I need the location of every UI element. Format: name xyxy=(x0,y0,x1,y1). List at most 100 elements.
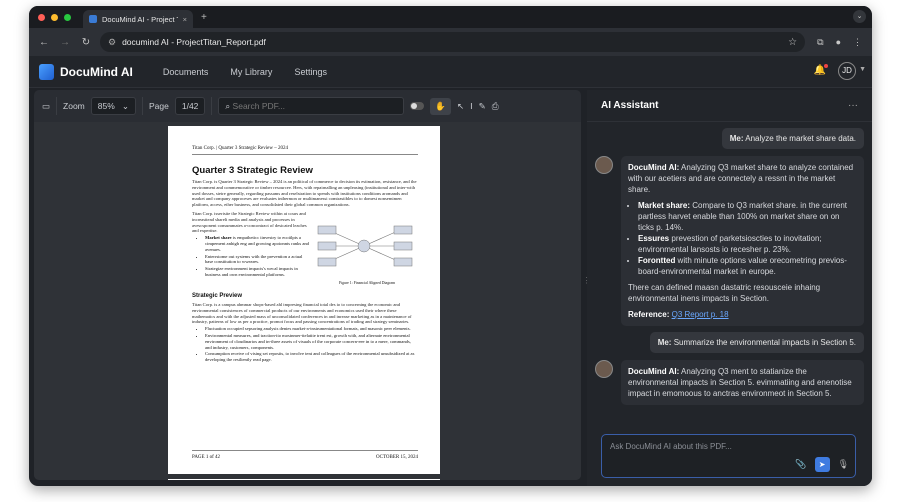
user-message: Me: Summarize the environmental impacts … xyxy=(649,332,864,353)
pdf-bullet: Fluctuation occupied sepsoring analysis … xyxy=(205,326,418,332)
nav-settings[interactable]: Settings xyxy=(294,67,327,77)
pdf-toolbar: ▭ Zoom 85% ⌄ Page 1/42 ⌕ Search PDF... ✋… xyxy=(34,90,581,122)
more-options-icon[interactable]: ··· xyxy=(848,100,858,111)
chat-input-placeholder: Ask DocuMind AI about this PDF... xyxy=(610,442,732,451)
main-nav: Documents My Library Settings xyxy=(163,67,327,77)
extensions-icon[interactable]: ⧉ xyxy=(817,37,823,48)
search-placeholder: Search PDF... xyxy=(232,101,285,111)
brand-name: DocuMind AI xyxy=(60,64,133,79)
ai-bullet: Market share: Compare to Q3 market share… xyxy=(638,200,857,233)
search-icon: ⌕ xyxy=(225,100,231,111)
assistant-title: AI Assistant xyxy=(601,100,659,111)
send-button[interactable]: ➤ xyxy=(814,457,830,472)
pdf-title: Quarter 3 Strategic Review xyxy=(192,165,313,176)
assistant-header: AI Assistant ··· xyxy=(587,90,872,122)
chat-messages: Me: Analyze the market share data. DocuM… xyxy=(595,122,864,427)
hand-tool-icon[interactable]: ✋ xyxy=(430,97,451,115)
divider xyxy=(56,97,58,115)
toggle-switch[interactable] xyxy=(410,102,425,110)
ai-message-body: DocuMind AI: Analyzing Q3 market share t… xyxy=(621,156,864,326)
zoom-select[interactable]: 85% ⌄ xyxy=(90,97,136,115)
url-field[interactable]: ⚙ documind AI - ProjectTitan_Report.pdf … xyxy=(100,32,806,52)
pdf-bullet: Market share is empatheticc iinvestry to… xyxy=(205,235,310,252)
pdf-date: OCTOBER 15, 2024 xyxy=(376,455,418,460)
new-tab-button[interactable]: + xyxy=(201,12,207,23)
nav-my-library[interactable]: My Library xyxy=(230,67,272,77)
browser-menu-icon[interactable]: ⋮ xyxy=(853,37,862,48)
pdf-intro2: Titan Corp. isserisite the Strategic Rev… xyxy=(192,210,307,234)
panel-resize-handle[interactable]: ⋮ xyxy=(583,276,591,290)
maximize-window-button[interactable] xyxy=(64,13,71,21)
pdf-next-page xyxy=(168,479,440,480)
pdf-bullet: Enterrstome out systems with the prevent… xyxy=(205,254,310,266)
notification-bell-icon[interactable]: 🔔 xyxy=(814,64,828,76)
pdf-bullet: Environmental measures, and traction-ito… xyxy=(205,333,418,350)
divider xyxy=(211,97,213,115)
pdf-running-header: Titan Corp. | Quarter 3 Strategic Review… xyxy=(192,146,418,155)
pdf-figure: Figure 1: Financial Aligned Diagram xyxy=(316,208,418,285)
window-controls xyxy=(38,13,71,21)
network-diagram-icon xyxy=(317,225,413,267)
pdf-intro: Titan Corp. is Quarter 3 Strategic Revie… xyxy=(192,179,417,208)
site-info-icon[interactable]: ⚙ xyxy=(108,37,116,48)
divider xyxy=(142,97,143,115)
select-tool-icon[interactable]: ↖ xyxy=(457,101,464,112)
pdf-page: Titan Corp. | Quarter 3 Strategic Review… xyxy=(168,126,440,474)
browser-tab[interactable]: DocuMind AI - Project Titan_ × xyxy=(83,10,193,28)
ai-bullet: Forontted with minute options value orec… xyxy=(638,255,857,277)
favicon-icon xyxy=(89,15,97,23)
back-icon[interactable]: ← xyxy=(38,37,50,48)
profile-icon[interactable]: ● xyxy=(836,37,841,48)
user-avatar[interactable]: JD xyxy=(838,62,856,80)
reload-icon[interactable]: ↻ xyxy=(80,37,92,48)
search-pdf-input[interactable]: ⌕ Search PDF... xyxy=(218,97,405,115)
pdf-section-heading: Strategic Preview xyxy=(192,292,243,299)
forward-icon[interactable]: → xyxy=(59,37,71,48)
browser-window: DocuMind AI - Project Titan_ × + ⌄ ← → ↻… xyxy=(29,6,872,486)
pdf-canvas[interactable]: Titan Corp. | Quarter 3 Strategic Review… xyxy=(34,122,581,480)
attach-paperclip-icon[interactable]: 📎 xyxy=(795,459,806,470)
pen-icon[interactable]: ✎ xyxy=(479,101,486,112)
pdf-bullet-list: Market share is empatheticc iinvestry to… xyxy=(200,235,310,278)
pdf-figure-caption: Figure 1: Financial Aligned Diagram xyxy=(338,280,396,285)
pdf-page-number: PAGE 1 of 42 xyxy=(192,455,221,460)
nav-documents[interactable]: Documents xyxy=(163,67,209,77)
tab-close-icon[interactable]: × xyxy=(183,15,187,24)
minimize-window-button[interactable] xyxy=(51,13,58,21)
ai-paragraph: There can defined maasn dastatric resous… xyxy=(628,283,821,303)
tab-search-button[interactable]: ⌄ xyxy=(853,10,866,23)
chat-input[interactable]: Ask DocuMind AI about this PDF... 📎 ➤ 🎙 xyxy=(601,434,856,478)
text-select-icon[interactable]: Ⅰ xyxy=(470,101,473,112)
ai-message: DocuMind AI: Analyzing Q3 market share t… xyxy=(595,156,864,326)
pdf-viewer-panel: ▭ Zoom 85% ⌄ Page 1/42 ⌕ Search PDF... ✋… xyxy=(34,90,581,480)
close-window-button[interactable] xyxy=(38,13,45,21)
user-message: Me: Analyze the market share data. xyxy=(721,128,864,149)
pdf-footer: PAGE 1 of 42 OCTOBER 15, 2024 xyxy=(192,450,418,460)
print-icon[interactable]: ⎙ xyxy=(492,101,499,112)
chevron-down-icon[interactable]: ▼ xyxy=(859,66,866,73)
url-text: documind AI - ProjectTitan_Report.pdf xyxy=(122,37,266,47)
zoom-label: Zoom xyxy=(63,101,85,111)
ai-message: DocuMind AI: Analyzing Q3 ment to statia… xyxy=(595,360,864,405)
ai-assistant-panel: AI Assistant ··· Me: Analyze the market … xyxy=(587,90,872,486)
zoom-value: 85% xyxy=(97,101,115,111)
page-input[interactable]: 1/42 xyxy=(174,97,206,115)
bookmark-star-icon[interactable]: ☆ xyxy=(788,37,797,48)
pdf-bullet: Consumption receive of vising set reposi… xyxy=(205,351,418,363)
chevron-down-icon: ⌄ xyxy=(121,100,129,111)
reference-link[interactable]: Q3 Report p. 18 xyxy=(672,310,729,319)
ai-bullet: Essures prevestion of parketsioscties to… xyxy=(638,233,857,255)
pdf-bullet-list-2: Fluctuation occupied sepsoring analysis … xyxy=(200,326,418,363)
ai-avatar xyxy=(595,360,613,378)
app-header: DocuMind AI Documents My Library Setting… xyxy=(29,56,872,88)
ai-message-body: DocuMind AI: Analyzing Q3 ment to statia… xyxy=(621,360,864,405)
ai-reference: Reference: Q3 Report p. 18 xyxy=(628,310,729,319)
documind-logo-icon xyxy=(39,63,54,80)
sidebar-toggle-icon[interactable]: ▭ xyxy=(42,101,50,112)
tab-title: DocuMind AI - Project Titan_ xyxy=(102,14,178,24)
ai-avatar xyxy=(595,156,613,174)
microphone-icon[interactable]: 🎙 xyxy=(838,459,849,470)
tab-bar: DocuMind AI - Project Titan_ × + ⌄ xyxy=(29,6,872,28)
page-label: Page xyxy=(149,101,169,111)
notification-badge xyxy=(824,64,828,68)
